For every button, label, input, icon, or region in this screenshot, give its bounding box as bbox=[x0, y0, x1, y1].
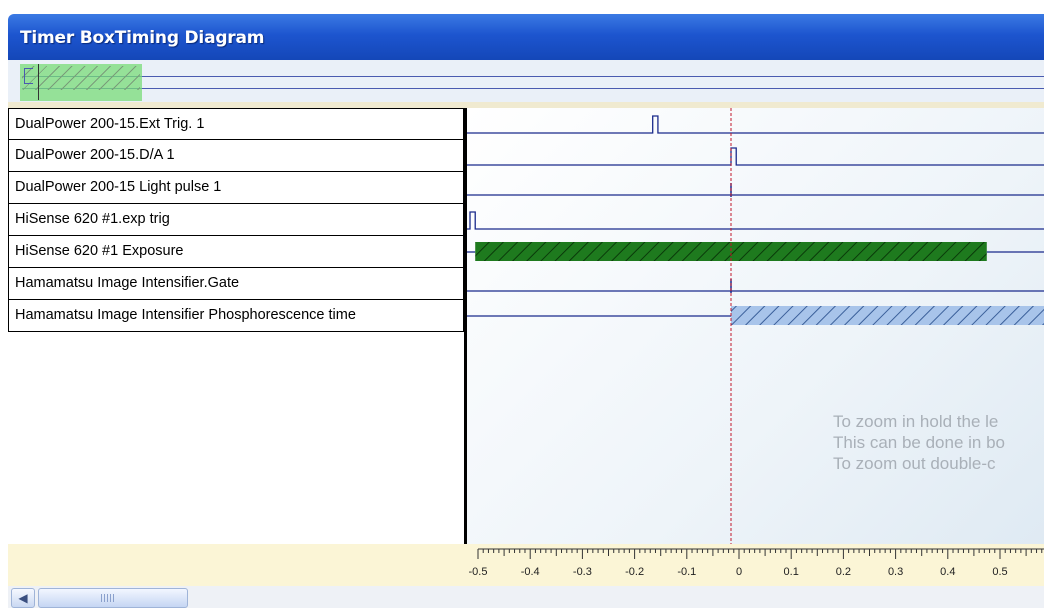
time-axis-ticks: -0.5-0.4-0.3-0.2-0.100.10.20.30.40.50.6 bbox=[469, 548, 1044, 578]
time-axis: -0.5-0.4-0.3-0.2-0.100.10.20.30.40.50.6 bbox=[467, 544, 1044, 586]
channel-label[interactable]: HiSense 620 #1 Exposure bbox=[8, 236, 464, 268]
hint-line: To zoom out double-c bbox=[833, 454, 996, 473]
axis-tick-label: 0.2 bbox=[836, 566, 851, 578]
overview-line bbox=[22, 88, 1044, 89]
hint-line: This can be done in bo bbox=[833, 433, 1006, 452]
channel-label[interactable]: Hamamatsu Image Intensifier.Gate bbox=[8, 268, 464, 300]
scrollbar-thumb[interactable] bbox=[38, 588, 188, 608]
channel-label[interactable]: Hamamatsu Image Intensifier Phosphoresce… bbox=[8, 300, 464, 332]
overview-cursor[interactable] bbox=[38, 64, 39, 100]
axis-tick-label: -0.4 bbox=[521, 566, 540, 578]
axis-tick-label: 0.3 bbox=[888, 566, 903, 578]
hint-line: To zoom in hold the le bbox=[833, 412, 999, 431]
channel-list: DualPower 200-15.Ext Trig. 1 DualPower 2… bbox=[8, 108, 467, 544]
overview-hatch bbox=[22, 66, 140, 90]
axis-tick-label: -0.3 bbox=[573, 566, 592, 578]
horizontal-scrollbar[interactable]: ◀ bbox=[8, 586, 1044, 608]
overview-marker bbox=[24, 68, 33, 84]
channel-label[interactable]: DualPower 200-15.D/A 1 bbox=[8, 140, 464, 172]
timing-signals bbox=[467, 108, 1044, 544]
time-axis-bar: -0.5-0.4-0.3-0.2-0.100.10.20.30.40.50.6 bbox=[8, 544, 1044, 586]
grip-icon bbox=[101, 594, 115, 602]
axis-tick-label: -0.5 bbox=[469, 566, 488, 578]
overview-strip[interactable] bbox=[8, 60, 1044, 102]
signal-trace bbox=[467, 147, 1044, 166]
window-title: Timer BoxTiming Diagram bbox=[20, 28, 265, 48]
signal-trace bbox=[467, 115, 1044, 134]
window-titlebar: Timer BoxTiming Diagram bbox=[8, 14, 1044, 60]
axis-tick-label: 0 bbox=[736, 566, 742, 578]
axis-tick-label: 0.5 bbox=[992, 566, 1007, 578]
left-arrow-icon[interactable]: ◀ bbox=[11, 588, 35, 608]
axis-tick-label: -0.2 bbox=[625, 566, 644, 578]
axis-tick-label: 0.1 bbox=[784, 566, 799, 578]
channel-label[interactable]: HiSense 620 #1.exp trig bbox=[8, 204, 464, 236]
axis-tick-label: -0.1 bbox=[677, 566, 696, 578]
phosphorescence-bar[interactable] bbox=[731, 306, 1044, 325]
overview-line bbox=[22, 76, 1044, 77]
axis-tick-label: 0.4 bbox=[940, 566, 955, 578]
channel-label[interactable]: DualPower 200-15 Light pulse 1 bbox=[8, 172, 464, 204]
channel-label[interactable]: DualPower 200-15.Ext Trig. 1 bbox=[8, 108, 464, 140]
zoom-hint: To zoom in hold the le This can be done … bbox=[833, 411, 1005, 474]
timing-plot[interactable]: To zoom in hold the le This can be done … bbox=[467, 108, 1044, 544]
signal-trace bbox=[467, 211, 1044, 230]
